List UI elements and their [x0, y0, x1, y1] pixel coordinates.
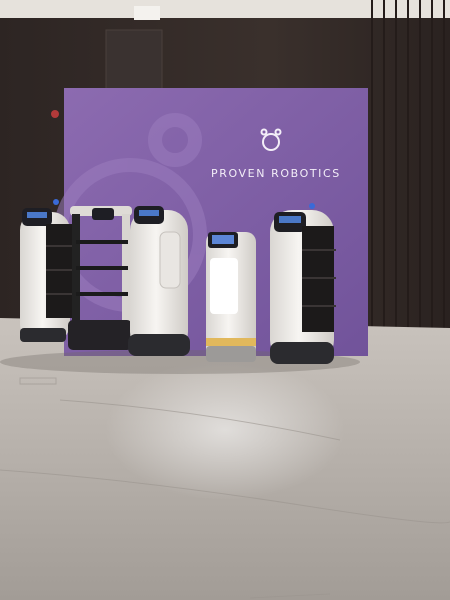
scene-svg: PROVEN ROBOTICS: [0, 0, 450, 600]
ceiling-light: [134, 6, 160, 20]
robot-3: [128, 206, 190, 356]
floor-reflection: [105, 360, 345, 500]
brand-text: PROVEN ROBOTICS: [211, 167, 341, 180]
robot-4: [206, 232, 256, 362]
exit-sign-icon: [51, 110, 59, 118]
photo-scene: PROVEN ROBOTICS: [0, 0, 450, 600]
ceiling: [0, 0, 450, 18]
robot-5: [270, 203, 336, 364]
